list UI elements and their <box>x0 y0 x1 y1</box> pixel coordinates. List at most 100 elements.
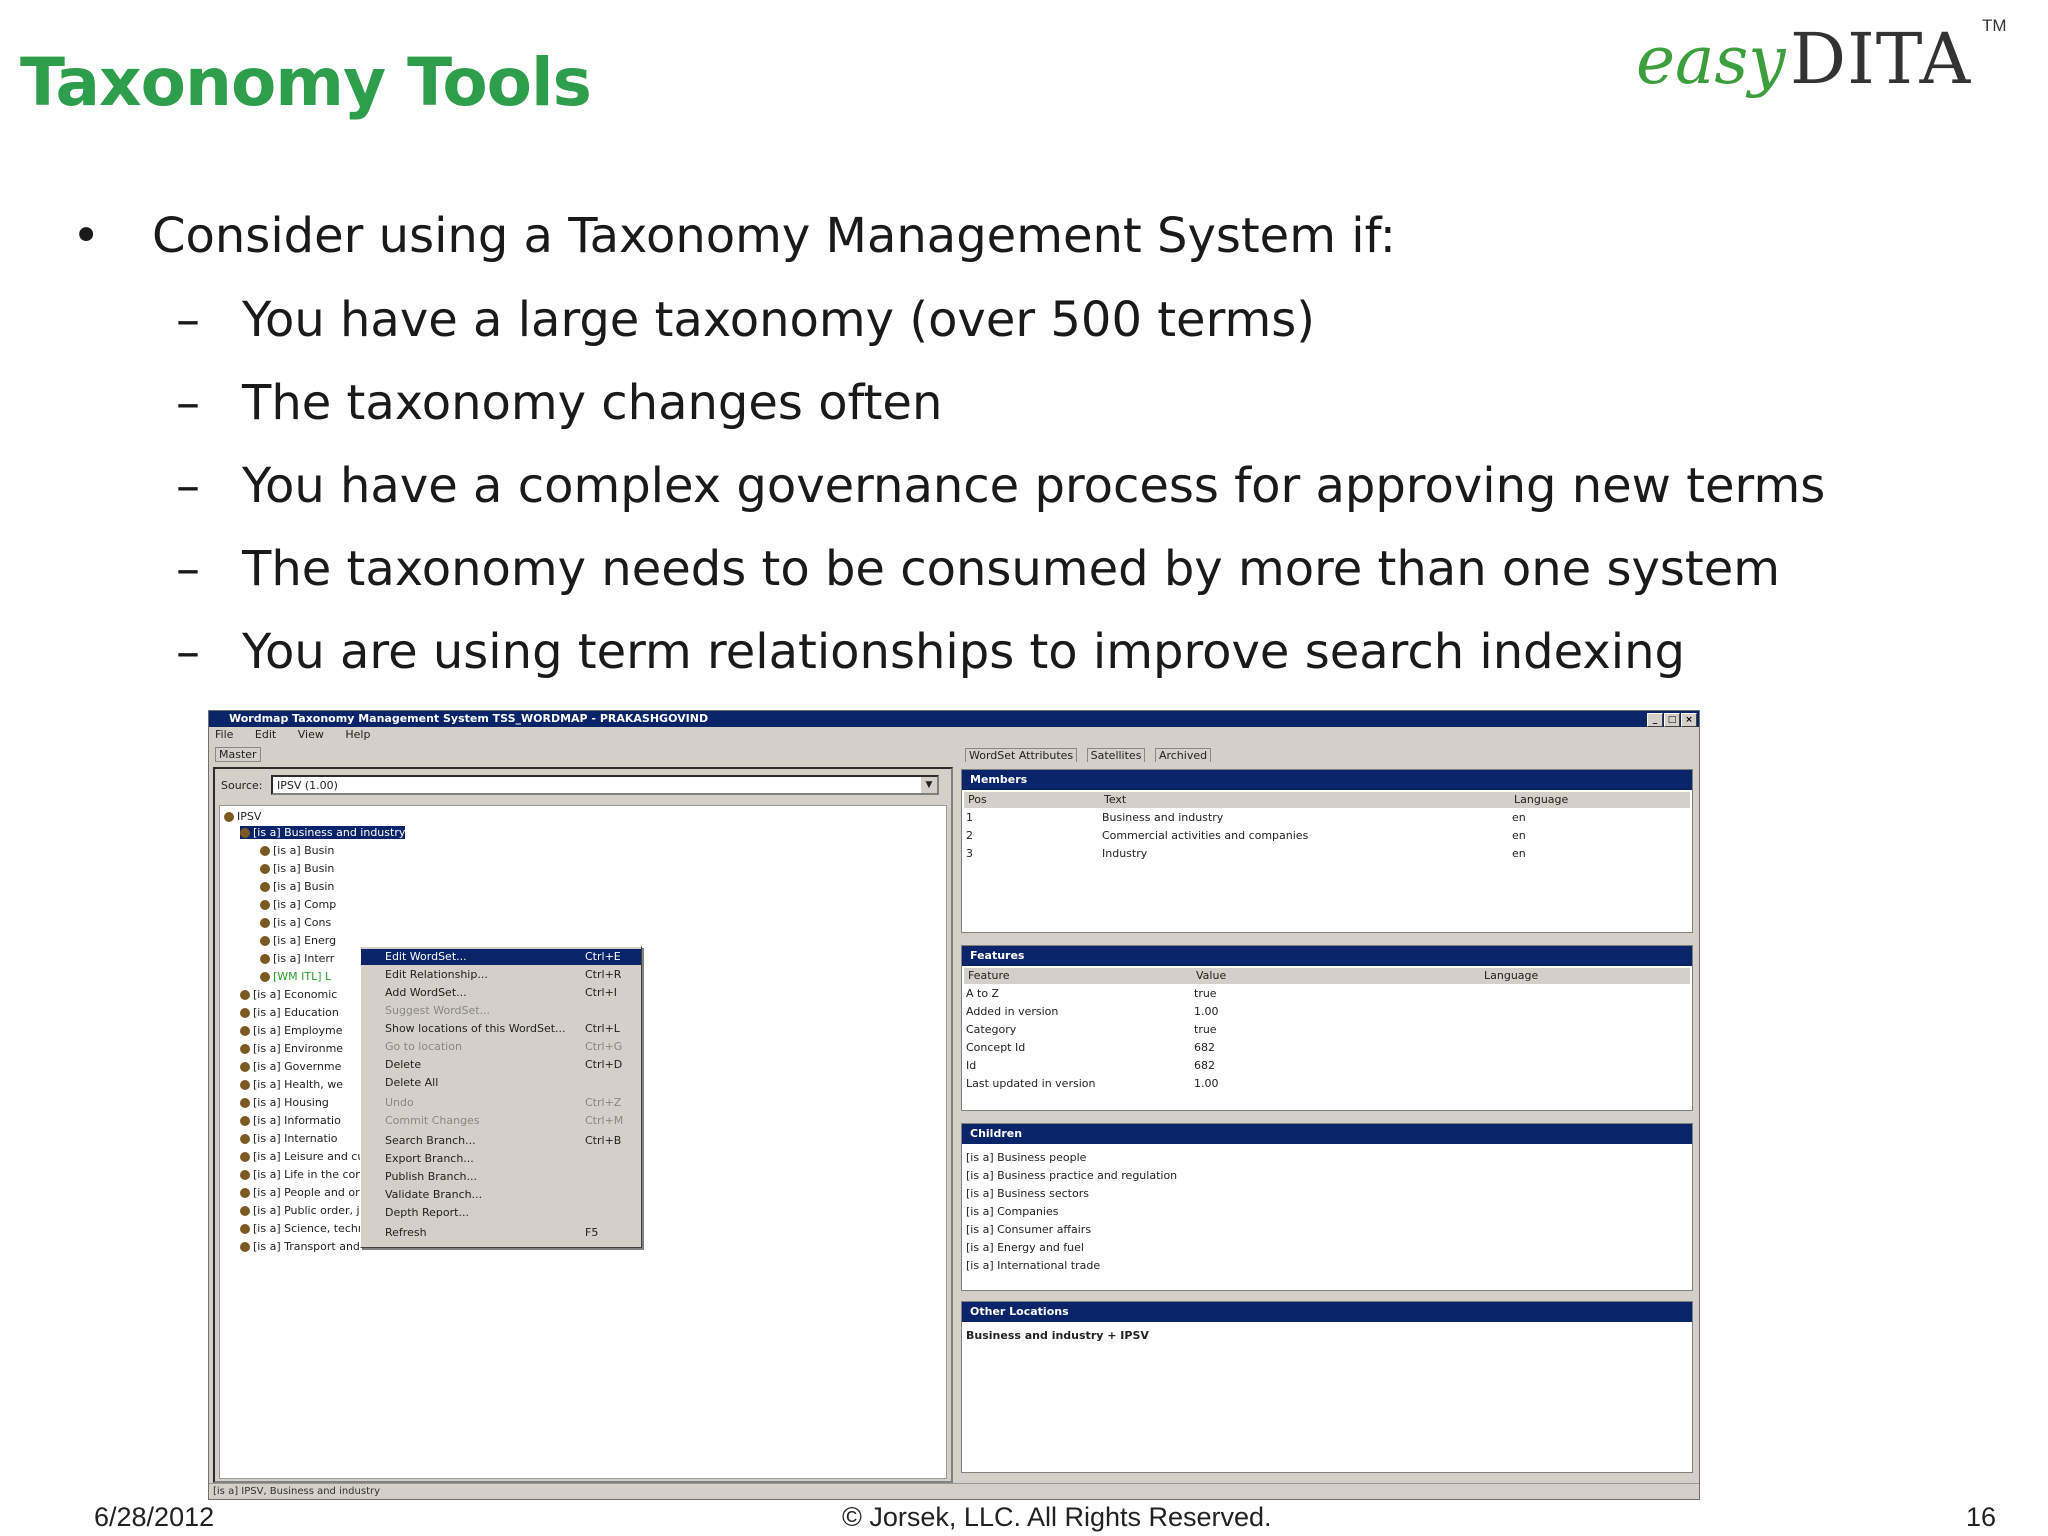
node-icon <box>240 1098 250 1108</box>
tree-node[interactable]: [is a] Health, we <box>240 1078 343 1091</box>
menu-undo[interactable]: Undo Ctrl+Z <box>361 1095 641 1111</box>
menu-suggest-wordset[interactable]: Suggest WordSet... <box>361 1003 641 1019</box>
menu-export-branch[interactable]: Export Branch... <box>361 1151 641 1167</box>
members-panel: Members Pos Text Language 1 Business and … <box>961 769 1693 933</box>
menu-delete-all[interactable]: Delete All <box>361 1075 641 1091</box>
node-icon <box>240 1242 250 1252</box>
table-row[interactable]: Id 682 <box>966 1058 1688 1074</box>
list-item[interactable]: [is a] Energy and fuel <box>966 1240 1688 1256</box>
menu-commit-changes[interactable]: Commit Changes Ctrl+M <box>361 1113 641 1129</box>
tree-node[interactable]: [is a] Busin <box>260 862 334 875</box>
tree-node[interactable]: [is a] Education <box>240 1006 339 1019</box>
menu-edit[interactable]: Edit <box>255 728 276 741</box>
easydita-logo: easy DITA TM <box>1600 14 2020 100</box>
list-item[interactable]: [is a] Business people <box>966 1150 1688 1166</box>
menu-show-locations[interactable]: Show locations of this WordSet... Ctrl+L <box>361 1021 641 1037</box>
menu-delete[interactable]: Delete Ctrl+D <box>361 1057 641 1073</box>
tab-master[interactable]: Master <box>215 747 261 762</box>
tree-node[interactable]: [is a] Governme <box>240 1060 341 1073</box>
node-icon <box>260 900 270 910</box>
sub-bullet-marker: – <box>176 458 200 514</box>
table-row[interactable]: Added in version 1.00 <box>966 1004 1688 1020</box>
tree-node[interactable]: [is a] Employme <box>240 1024 343 1037</box>
tree-node[interactable]: [is a] Environme <box>240 1042 343 1055</box>
tree-node[interactable]: [is a] Comp <box>260 898 336 911</box>
node-icon <box>240 1224 250 1234</box>
context-menu: Edit WordSet... Ctrl+E Edit Relationship.… <box>360 946 642 1248</box>
node-icon <box>260 972 270 982</box>
bullet-marker: • <box>72 208 101 264</box>
tree-node[interactable]: [is a] Busin <box>260 844 334 857</box>
node-icon <box>260 954 270 964</box>
menu-validate-branch[interactable]: Validate Branch... <box>361 1187 641 1203</box>
node-icon <box>240 990 250 1000</box>
minimize-icon[interactable]: _ <box>1647 713 1663 727</box>
menu-file[interactable]: File <box>215 728 233 741</box>
tab-archived[interactable]: Archived <box>1154 748 1212 762</box>
menu-search-branch[interactable]: Search Branch... Ctrl+B <box>361 1133 641 1149</box>
logo-dita: DITA <box>1790 18 1972 100</box>
maximize-icon[interactable]: □ <box>1664 713 1680 727</box>
node-icon <box>224 812 234 822</box>
tree-node[interactable]: [is a] Internatio <box>240 1132 338 1145</box>
table-row[interactable]: Last updated in version 1.00 <box>966 1076 1688 1092</box>
node-icon <box>240 828 250 838</box>
list-item[interactable]: [is a] Consumer affairs <box>966 1222 1688 1238</box>
close-icon[interactable]: × <box>1681 713 1697 727</box>
table-row[interactable]: 3 Industry en <box>966 846 1688 862</box>
menu-publish-branch[interactable]: Publish Branch... <box>361 1169 641 1185</box>
list-item[interactable]: [is a] Business practice and regulation <box>966 1168 1688 1184</box>
tree-root[interactable]: IPSV <box>224 810 261 823</box>
footer-page-number: 16 <box>1966 1502 1997 1532</box>
window-titlebar: Wordmap Taxonomy Management System TSS_W… <box>209 711 1699 727</box>
source-select[interactable]: IPSV (1.00) ▼ <box>271 775 939 795</box>
chevron-down-icon[interactable]: ▼ <box>921 777 937 793</box>
node-icon <box>240 1026 250 1036</box>
node-icon <box>240 1152 250 1162</box>
node-icon <box>240 1080 250 1090</box>
source-value: IPSV (1.00) <box>277 779 338 792</box>
list-item[interactable]: [is a] International trade <box>966 1258 1688 1274</box>
menu-depth-report[interactable]: Depth Report... <box>361 1205 641 1221</box>
table-row[interactable]: 2 Commercial activities and companies en <box>966 828 1688 844</box>
menu-go-to-location[interactable]: Go to location Ctrl+G <box>361 1039 641 1055</box>
menu-add-wordset[interactable]: Add WordSet... Ctrl+I <box>361 985 641 1001</box>
menu-refresh[interactable]: Refresh F5 <box>361 1225 641 1241</box>
list-item[interactable]: [is a] Business sectors <box>966 1186 1688 1202</box>
tree-node[interactable]: [is a] Housing <box>240 1096 329 1109</box>
footer-copyright: © Jorsek, LLC. All Rights Reserved. <box>842 1502 1272 1532</box>
node-icon <box>260 864 270 874</box>
tree-node[interactable]: [is a] Cons <box>260 916 331 929</box>
menu-edit-relationship[interactable]: Edit Relationship... Ctrl+R <box>361 967 641 983</box>
slide-title: Taxonomy Tools <box>20 44 592 121</box>
tree-node[interactable]: [is a] Economic <box>240 988 337 1001</box>
features-header: Features <box>962 946 1692 966</box>
other-location-value[interactable]: Business and industry + IPSV <box>966 1328 1688 1344</box>
logo-easy: easy <box>1636 22 1786 99</box>
logo-trademark: TM <box>1982 16 2007 35</box>
tree-node[interactable]: [is a] Busin <box>260 880 334 893</box>
menu-help[interactable]: Help <box>345 728 370 741</box>
features-panel: Features Feature Value Language A to Ztr… <box>961 945 1693 1111</box>
bullet-text: Consider using a Taxonomy Management Sys… <box>152 208 1396 264</box>
list-item[interactable]: [is a] Companies <box>966 1204 1688 1220</box>
tree-node[interactable]: [is a] Informatio <box>240 1114 341 1127</box>
menu-view[interactable]: View <box>298 728 324 741</box>
window-title: Wordmap Taxonomy Management System TSS_W… <box>229 712 709 725</box>
sub-bullet-text: The taxonomy needs to be consumed by mor… <box>242 541 1780 597</box>
table-row[interactable]: Concept Id 682 <box>966 1040 1688 1056</box>
features-columns: Feature Value Language <box>964 968 1690 984</box>
table-row[interactable]: A to Ztrue <box>966 986 1688 1002</box>
tree-node-selected[interactable]: [is a] Business and industry <box>240 826 406 839</box>
tree-node[interactable]: [is a] Energ <box>260 934 336 947</box>
sub-bullet-text: You have a large taxonomy (over 500 term… <box>242 292 1315 348</box>
menu-edit-wordset[interactable]: Edit WordSet... Ctrl+E <box>361 949 641 965</box>
table-row[interactable]: 1 Business and industry en <box>966 810 1688 826</box>
attribute-tabs: WordSet Attributes Satellites Archived <box>965 748 1217 762</box>
tree-node[interactable]: [WM ITL] L <box>260 970 331 983</box>
status-bar: [is a] IPSV, Business and industry <box>209 1483 1699 1499</box>
table-row[interactable]: Category true <box>966 1022 1688 1038</box>
tab-wordset-attributes[interactable]: WordSet Attributes <box>965 748 1078 762</box>
tree-node[interactable]: [is a] Interr <box>260 952 334 965</box>
tab-satellites[interactable]: Satellites <box>1086 748 1146 762</box>
